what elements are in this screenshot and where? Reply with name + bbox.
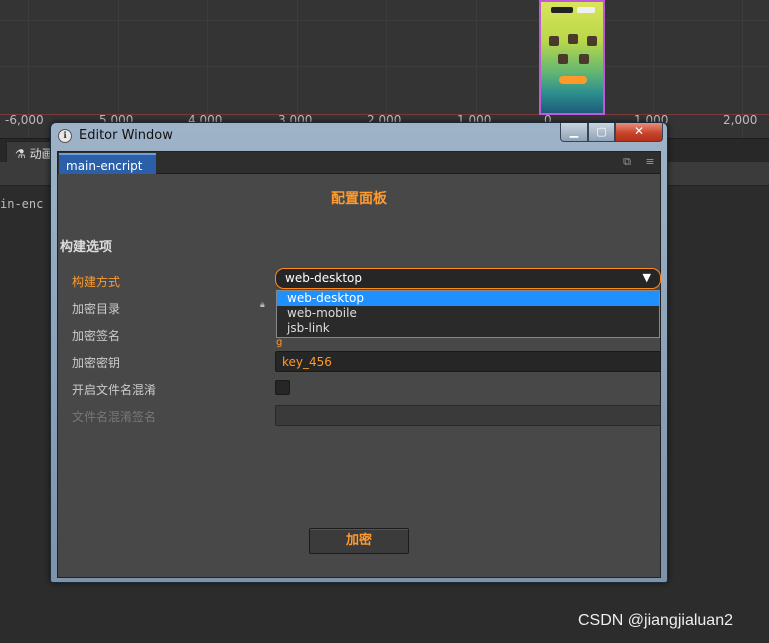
preview-sprite [558,54,568,64]
app-icon: ℹ [58,129,72,143]
dropdown-arrow-icon: ▼ [642,271,651,284]
build-mode-dropdown: web-desktop web-mobile jsb-link [276,290,660,338]
tab-strip: main-encript ⧉ ≡ [58,152,660,174]
dropdown-option[interactable]: web-mobile [277,306,659,321]
obfuscate-sign-label: 文件名混淆签名 [72,410,157,424]
dropdown-option[interactable]: jsb-link [277,321,659,336]
section-title: 构建选项 [60,240,113,255]
maximize-button[interactable]: ▢ [588,123,615,142]
watermark: CSDN @jiangjialuan2 [578,612,733,629]
encrypt-dir-label: 加密目录 [72,302,121,316]
build-mode-value: web-desktop [285,271,363,285]
encrypt-key-input[interactable]: key_456 [275,351,661,372]
window-titlebar[interactable]: ℹ Editor Window ▁ ▢ ✕ [51,123,667,149]
preview-hud [551,7,573,13]
preview-sprite [587,36,597,46]
encrypt-sign-label: 加密签名 [72,329,121,343]
encrypt-sign-field[interactable]: g [276,337,282,348]
preview-sprite [568,34,578,44]
popout-icon[interactable]: ⧉ [621,156,633,168]
dropdown-option[interactable]: web-desktop [277,291,659,306]
preview-sprite [549,36,559,46]
animation-icon: ⚗ [15,147,26,161]
build-mode-select[interactable]: web-desktop ▼ [275,268,661,289]
axis-tick-label: 2,000 [723,113,758,127]
encrypt-button[interactable]: 加密 [309,528,409,554]
encrypt-key-label: 加密密钥 [72,356,121,370]
tab-animation-label: 动画 [29,147,52,161]
axis-tick-label: -6,000 [5,113,44,127]
lock-icon: 🔒︎ [260,300,265,310]
close-button[interactable]: ✕ [615,123,663,142]
filename-obfuscate-checkbox[interactable] [275,380,290,395]
panel-title: 配置面板 [331,191,387,207]
window-client: main-encript ⧉ ≡ 配置面板 构建选项 构建方式 加密目录 🔒︎ … [57,151,661,578]
build-mode-label: 构建方式 [72,275,121,289]
filename-obfuscate-label: 开启文件名混淆 [72,383,157,397]
config-panel: 配置面板 构建选项 构建方式 加密目录 🔒︎ 加密签名 加密密钥 开启文件名混淆… [58,174,661,577]
preview-sprite [579,54,589,64]
preview-hud [577,7,595,13]
background-code-fragment: in-enc [0,197,44,211]
preview-start-button [559,76,587,84]
game-canvas-preview[interactable] [539,0,605,115]
window-title: Editor Window [79,128,173,143]
minimize-button[interactable]: ▁ [560,123,588,142]
tab-main-encript[interactable]: main-encript [59,153,156,174]
menu-icon[interactable]: ≡ [644,156,656,168]
tab-animation[interactable]: ⚗ 动画 [6,141,52,162]
editor-window: ℹ Editor Window ▁ ▢ ✕ main-encript ⧉ ≡ 配… [50,122,668,583]
obfuscate-sign-input[interactable] [275,405,661,426]
scene-view[interactable]: -6,000 5,000 4,000 3,000 2,000 1,000 0 1… [0,0,769,138]
